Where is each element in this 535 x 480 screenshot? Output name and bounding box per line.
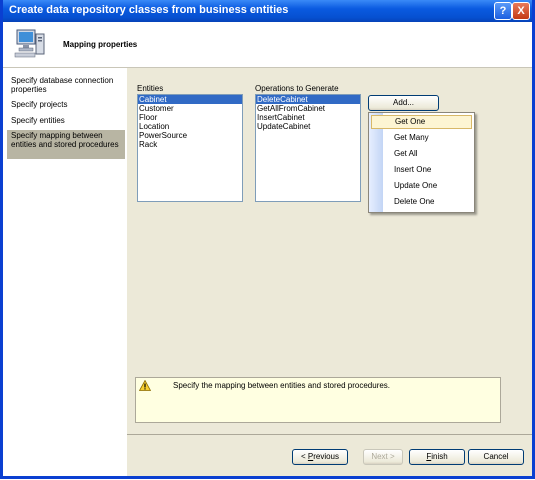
entities-listbox[interactable]: Cabinet Customer Floor Location PowerSou…	[137, 94, 243, 202]
operations-label: Operations to Generate	[255, 84, 339, 93]
list-item[interactable]: Customer	[138, 104, 242, 113]
list-item[interactable]: Floor	[138, 113, 242, 122]
wizard-header: Mapping properties	[3, 22, 532, 68]
info-box: Specify the mapping between entities and…	[135, 377, 501, 423]
footer-divider	[127, 434, 532, 435]
add-button[interactable]: Add...	[368, 95, 439, 111]
menu-item-get-many[interactable]: Get Many	[383, 131, 472, 145]
list-item[interactable]: Location	[138, 122, 242, 131]
menu-item-get-all[interactable]: Get All	[383, 147, 472, 161]
title-bar[interactable]: Create data repository classes from busi…	[3, 0, 532, 22]
window-title: Create data repository classes from busi…	[9, 4, 289, 16]
computer-monitor-icon	[14, 29, 45, 58]
sidebar-item-projects[interactable]: Specify projects	[11, 100, 125, 109]
wizard-window: Create data repository classes from busi…	[0, 0, 535, 479]
next-button[interactable]: Next >	[363, 449, 403, 465]
sidebar-item-entities[interactable]: Specify entities	[11, 116, 125, 125]
menu-item-get-one[interactable]: Get One	[371, 115, 472, 129]
list-item[interactable]: InsertCabinet	[256, 113, 360, 122]
menu-item-insert-one[interactable]: Insert One	[383, 163, 472, 177]
cancel-button[interactable]: Cancel	[468, 449, 524, 465]
help-button[interactable]: ?	[494, 2, 512, 20]
page-title: Mapping properties	[63, 40, 138, 49]
list-item[interactable]: Rack	[138, 140, 242, 149]
sidebar-item-mapping[interactable]: Specify mapping between entities and sto…	[7, 130, 125, 159]
entities-label: Entities	[137, 84, 164, 93]
close-button[interactable]: X	[512, 2, 530, 20]
previous-button[interactable]: < Previous	[292, 449, 348, 465]
list-item[interactable]: DeleteCabinet	[256, 95, 360, 104]
list-item[interactable]: GetAllFromCabinet	[256, 104, 360, 113]
sidebar-item-connection[interactable]: Specify database connection properties	[11, 76, 125, 94]
finish-button[interactable]: Finish	[409, 449, 465, 465]
operations-listbox[interactable]: DeleteCabinet GetAllFromCabinet InsertCa…	[255, 94, 361, 202]
list-item[interactable]: UpdateCabinet	[256, 122, 360, 131]
previous-button-label: revious	[313, 452, 340, 461]
list-item[interactable]: PowerSource	[138, 131, 242, 140]
menu-item-update-one[interactable]: Update One	[383, 179, 472, 193]
wizard-steps-sidebar: Specify database connection properties S…	[3, 68, 127, 476]
finish-button-label: inish	[431, 452, 448, 461]
menu-item-delete-one[interactable]: Delete One	[383, 195, 472, 209]
previous-button-prefix: <	[300, 452, 308, 461]
add-operation-menu: Get One Get Many Get All Insert One Upda…	[368, 112, 475, 213]
warning-icon	[139, 380, 151, 391]
list-item[interactable]: Cabinet	[138, 95, 242, 104]
info-message: Specify the mapping between entities and…	[173, 381, 391, 390]
